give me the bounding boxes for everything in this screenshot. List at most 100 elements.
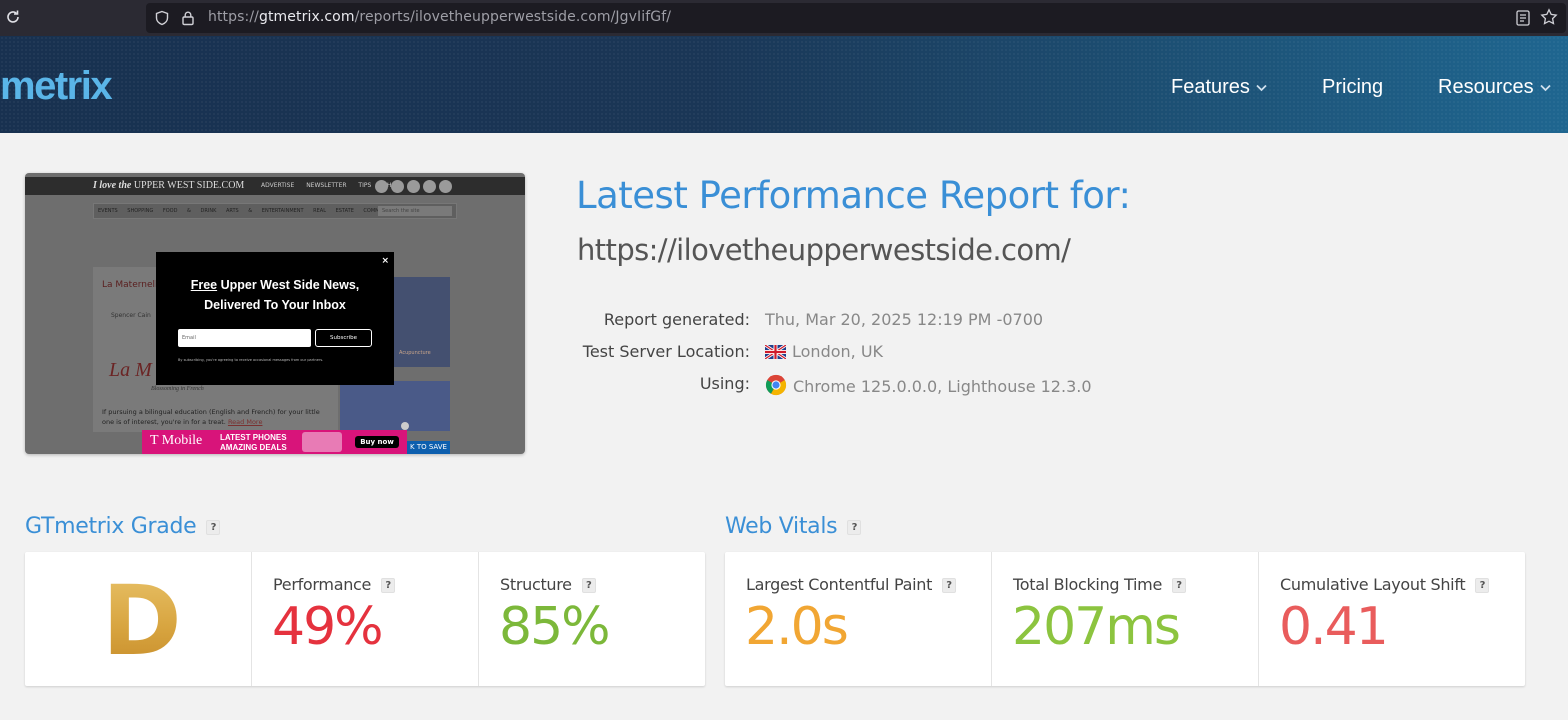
using-label: Using: [699, 374, 750, 393]
help-icon[interactable]: ? [206, 519, 221, 535]
nav-pricing[interactable]: Pricing [1322, 76, 1383, 99]
close-icon: × [381, 256, 389, 266]
thumb-card-script: La M [109, 359, 152, 381]
thumb-banner-ad: T Mobile LATEST PHONES AMAZING DEALS Buy … [142, 430, 407, 454]
chevron-down-icon [1256, 84, 1267, 91]
tracking-shield-icon[interactable] [154, 10, 170, 26]
lcp-label: Largest Contentful Paint? [746, 575, 957, 594]
server-location-label: Test Server Location: [582, 342, 750, 361]
bookmark-star-icon[interactable] [1540, 8, 1558, 26]
grade-cell: D [25, 552, 252, 686]
performance-value: 49% [272, 597, 384, 657]
tbt-cell: Total Blocking Time? 207ms [991, 552, 1258, 686]
report-url[interactable]: https://ilovetheupperwestside.com/ [577, 233, 1071, 267]
grade-letter: D [102, 565, 182, 677]
thumb-ad-close-icon [401, 422, 409, 430]
cls-label-text: Cumulative Layout Shift [1280, 575, 1466, 594]
help-icon[interactable]: ? [381, 578, 396, 593]
url-text[interactable]: https://gtmetrix.com/reports/ilovetheupp… [208, 9, 671, 25]
reload-icon[interactable] [4, 9, 22, 27]
chrome-icon [765, 374, 787, 396]
tbt-label: Total Blocking Time? [1013, 575, 1187, 594]
web-vitals-title: Web Vitals? [725, 514, 862, 539]
report-title: Latest Performance Report for: [576, 174, 1131, 217]
cls-cell: Cumulative Layout Shift? 0.41 [1258, 552, 1525, 686]
reader-view-icon[interactable] [1516, 10, 1530, 26]
help-icon[interactable]: ? [1475, 578, 1490, 593]
instagram-icon [407, 180, 420, 193]
thumb-newsletter-modal: × Free Upper West Side News, Delivered To… [156, 252, 394, 385]
gtmetrix-grade-card: D Performance? 49% Structure? 85% [25, 552, 705, 686]
lcp-cell: Largest Contentful Paint? 2.0s [725, 552, 992, 686]
web-vitals-card: Largest Contentful Paint? 2.0s Total Blo… [725, 552, 1525, 686]
thumb-read-more: Read More [227, 418, 263, 426]
gtmetrix-logo[interactable]: metrix [0, 64, 113, 109]
structure-cell: Structure? 85% [478, 552, 705, 686]
nav-features[interactable]: Features [1171, 76, 1267, 99]
threads-icon [439, 180, 452, 193]
thumb-ad-line2: AMAZING DEALS [220, 443, 287, 452]
thumb-ad-phone-image [302, 432, 342, 452]
url-path: /reports/ilovetheupperwestside.com/JgvIi… [354, 9, 672, 25]
thumb-card-sub: Blossoming in French [151, 386, 204, 392]
help-icon[interactable]: ? [847, 519, 862, 535]
lcp-label-text: Largest Contentful Paint [746, 575, 933, 594]
performance-label-text: Performance [273, 575, 372, 594]
nav-resources-label: Resources [1438, 76, 1534, 98]
thumb-social-icons [375, 180, 452, 193]
structure-label-text: Structure [500, 575, 572, 594]
performance-cell: Performance? 49% [251, 552, 478, 686]
uk-flag-icon [765, 345, 786, 359]
gtmetrix-grade-title: GTmetrix Grade? [25, 514, 221, 539]
thumb-side-image [340, 381, 450, 431]
thumb-side-label: Acupuncture [399, 350, 431, 356]
using-text: Chrome 125.0.0.0, Lighthouse 12.3.0 [793, 377, 1092, 396]
cls-value: 0.41 [1279, 597, 1389, 657]
help-icon[interactable]: ? [942, 578, 957, 593]
url-host: gtmetrix.com [258, 9, 355, 25]
nav-resources[interactable]: Resources [1438, 76, 1551, 99]
page-screenshot-thumbnail[interactable]: I love the UPPER WEST SIDE.COM ADVERTISE… [25, 173, 525, 454]
using-value: Chrome 125.0.0.0, Lighthouse 12.3.0 [765, 374, 1092, 396]
lock-icon[interactable] [180, 10, 196, 26]
structure-value: 85% [499, 597, 611, 657]
site-header: metrix Features Pricing Resources [0, 36, 1568, 133]
thumb-ad-line1: LATEST PHONES [220, 433, 287, 442]
tbt-value: 207ms [1012, 597, 1181, 657]
thumb-brand: I love the UPPER WEST SIDE.COM [93, 180, 244, 191]
server-location-value: London, UK [765, 342, 883, 361]
twitter-icon [391, 180, 404, 193]
thumb-modal-disclaimer: By subscribing, you're agreeing to recei… [178, 358, 324, 362]
thumb-card-author: Spencer Cain [111, 312, 151, 319]
thumb-category-nav: EVENTS SHOPPING FOOD & DRINK ARTS & ENTE… [93, 203, 457, 219]
nav-pricing-label: Pricing [1322, 76, 1384, 98]
nav-features-label: Features [1171, 76, 1250, 98]
address-bar[interactable]: https://gtmetrix.com/reports/ilovetheupp… [146, 3, 1566, 33]
structure-label: Structure? [500, 575, 596, 594]
web-vitals-title-text: Web Vitals [725, 514, 838, 539]
gtmetrix-grade-title-text: GTmetrix Grade [25, 514, 197, 539]
thumb-ad-button: Buy now [355, 436, 399, 448]
thumb-modal-email: Email [178, 329, 311, 347]
url-scheme: https:// [208, 9, 259, 25]
chevron-down-icon [1539, 84, 1551, 91]
report-generated-label: Report generated: [603, 310, 750, 329]
performance-label: Performance? [273, 575, 396, 594]
thumb-brand-suffix: UPPER WEST SIDE.COM [133, 180, 245, 191]
bluesky-icon [423, 180, 436, 193]
thumb-modal-title-line2: Delivered To Your Inbox [204, 298, 346, 312]
help-icon[interactable]: ? [1172, 578, 1187, 593]
thumb-card-body: If pursuing a bilingual education (Engli… [102, 407, 327, 427]
help-icon[interactable]: ? [581, 578, 596, 593]
tbt-label-text: Total Blocking Time [1013, 575, 1163, 594]
thumb-ad-text: LATEST PHONES AMAZING DEALS [220, 433, 287, 453]
thumb-topbar: I love the UPPER WEST SIDE.COM ADVERTISE… [25, 177, 525, 195]
report-generated-value: Thu, Mar 20, 2025 12:19 PM -0700 [765, 310, 1044, 329]
cls-label: Cumulative Layout Shift? [1280, 575, 1490, 594]
thumb-search: Search the site [378, 206, 452, 216]
thumb-card-body-text: If pursuing a bilingual education (Engli… [102, 408, 320, 426]
thumb-brand-prefix: I love the [93, 180, 132, 191]
thumb-ad-brand: T Mobile [150, 433, 203, 448]
lcp-value: 2.0s [745, 597, 849, 657]
facebook-icon [375, 180, 388, 193]
